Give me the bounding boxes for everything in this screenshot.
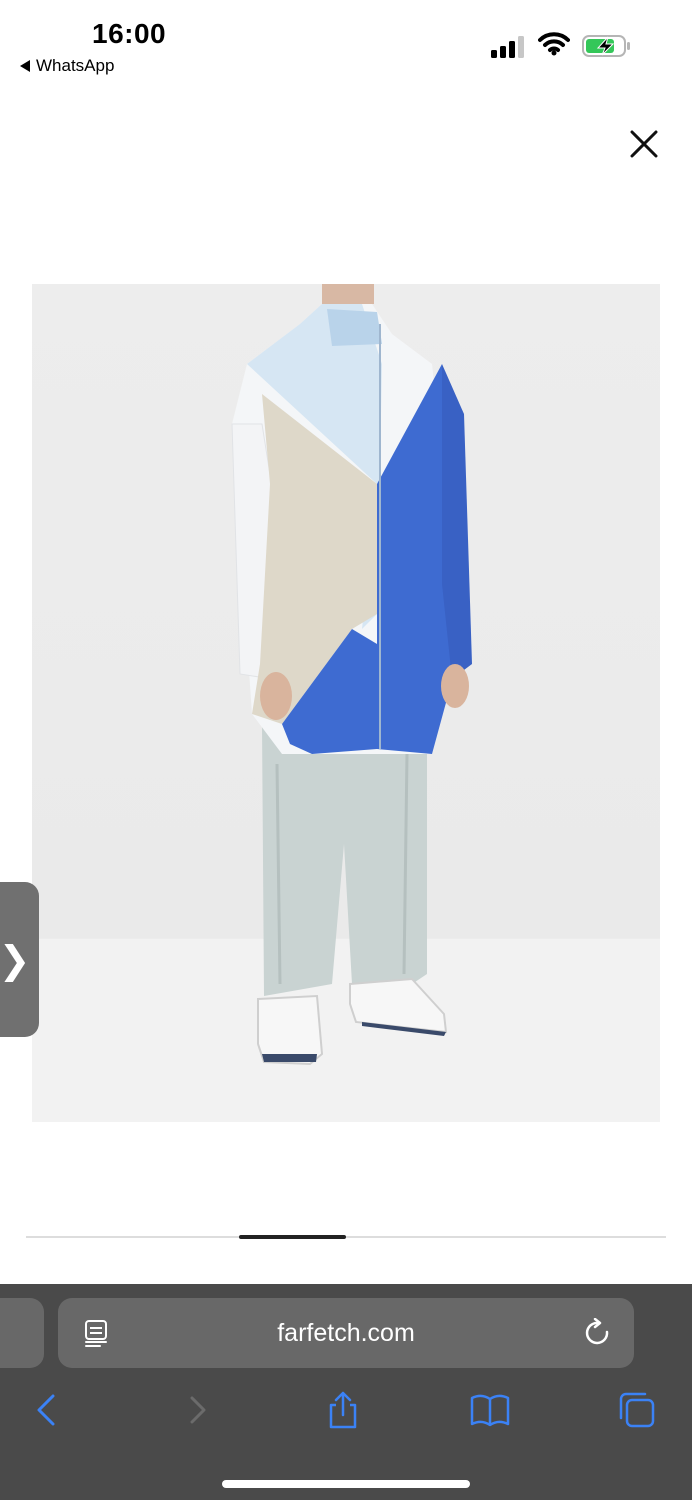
cellular-signal-icon <box>491 36 524 58</box>
back-app-label: WhatsApp <box>36 56 115 75</box>
previous-tab-preview[interactable] <box>0 1298 44 1368</box>
chevron-right-icon: ❯ <box>0 937 31 982</box>
product-photo-illustration <box>32 284 660 1122</box>
back-chevron-icon[interactable] <box>28 1390 68 1430</box>
carousel-indicator-track <box>26 1236 666 1238</box>
url-text: farfetch.com <box>277 1319 415 1347</box>
product-image[interactable] <box>32 284 660 1122</box>
back-triangle-icon <box>20 60 30 72</box>
farfetch-product-page: 16:00 WhatsApp ❯ farfetch.com <box>0 0 692 1500</box>
side-panel-tab[interactable]: ❯ <box>0 882 39 1037</box>
reload-icon[interactable] <box>584 1318 612 1348</box>
home-indicator[interactable] <box>222 1480 470 1488</box>
close-icon[interactable] <box>626 126 662 162</box>
share-icon[interactable] <box>323 1390 363 1430</box>
forward-chevron-icon[interactable] <box>178 1390 218 1430</box>
wifi-icon <box>538 32 570 56</box>
status-time: 16:00 <box>92 18 167 49</box>
carousel-indicator-thumb[interactable] <box>239 1235 346 1239</box>
bookmarks-book-icon[interactable] <box>470 1390 510 1430</box>
back-to-app-button[interactable]: WhatsApp <box>20 56 114 76</box>
address-bar[interactable]: farfetch.com <box>58 1298 634 1368</box>
tabs-icon[interactable] <box>617 1390 657 1430</box>
battery-charging-icon <box>582 35 630 57</box>
